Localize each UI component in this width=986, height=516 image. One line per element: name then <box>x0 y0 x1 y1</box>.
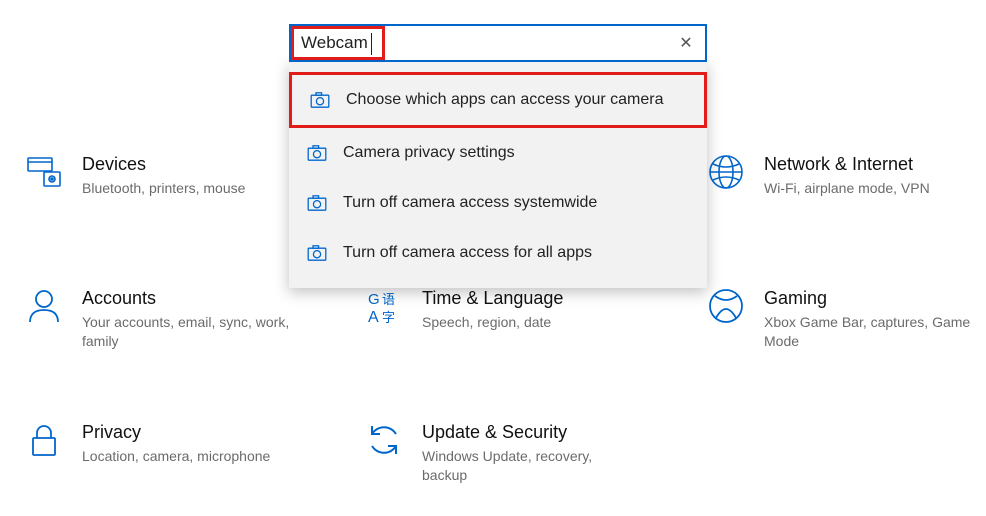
tile-devices[interactable]: Devices Bluetooth, printers, mouse <box>24 152 324 198</box>
tile-subtitle: Wi-Fi, airplane mode, VPN <box>764 179 930 198</box>
tile-privacy[interactable]: Privacy Location, camera, microphone <box>24 420 324 466</box>
svg-text:G: G <box>368 291 380 308</box>
suggestion-label: Camera privacy settings <box>343 144 515 162</box>
devices-icon <box>24 152 64 192</box>
suggestion-item[interactable]: Choose which apps can access your camera <box>289 72 707 128</box>
tile-network[interactable]: Network & Internet Wi-Fi, airplane mode,… <box>706 152 986 198</box>
camera-icon <box>307 145 343 161</box>
tile-subtitle: Windows Update, recovery, backup <box>422 447 632 485</box>
settings-search-box[interactable]: ✕ <box>289 24 707 62</box>
suggestion-label: Turn off camera access for all apps <box>343 244 592 262</box>
tile-subtitle: Bluetooth, printers, mouse <box>82 179 245 198</box>
tile-title: Privacy <box>82 422 270 443</box>
tile-title: Update & Security <box>422 422 632 443</box>
tile-subtitle: Speech, region, date <box>422 313 563 332</box>
camera-icon <box>307 195 343 211</box>
lock-icon <box>24 420 64 460</box>
tile-subtitle: Location, camera, microphone <box>82 447 270 466</box>
close-icon: ✕ <box>679 33 692 53</box>
tile-gaming[interactable]: Gaming Xbox Game Bar, captures, Game Mod… <box>706 286 986 351</box>
tile-title: Network & Internet <box>764 154 930 175</box>
sync-icon <box>364 420 404 460</box>
tile-time-language[interactable]: G 语 A 字 Time & Language Speech, region, … <box>364 286 664 332</box>
svg-text:语: 语 <box>382 292 395 307</box>
camera-icon <box>307 245 343 261</box>
clear-search-button[interactable]: ✕ <box>667 26 705 60</box>
tile-subtitle: Xbox Game Bar, captures, Game Mode <box>764 313 974 351</box>
tile-update-security[interactable]: Update & Security Windows Update, recove… <box>364 420 664 485</box>
svg-text:A: A <box>368 309 379 326</box>
search-suggestions-dropdown: Choose which apps can access your camera… <box>289 62 707 288</box>
tile-accounts[interactable]: Accounts Your accounts, email, sync, wor… <box>24 286 324 351</box>
tile-title: Accounts <box>82 288 292 309</box>
tile-subtitle: Your accounts, email, sync, work, family <box>82 313 292 351</box>
camera-icon <box>310 92 346 108</box>
tile-title: Devices <box>82 154 245 175</box>
search-input[interactable] <box>291 27 667 59</box>
text-cursor <box>371 33 372 55</box>
person-icon <box>24 286 64 326</box>
suggestion-item[interactable]: Turn off camera access for all apps <box>289 228 707 278</box>
language-icon: G 语 A 字 <box>364 286 404 326</box>
suggestion-item[interactable]: Camera privacy settings <box>289 128 707 178</box>
tile-title: Gaming <box>764 288 974 309</box>
globe-icon <box>706 152 746 192</box>
tile-title: Time & Language <box>422 288 563 309</box>
suggestion-label: Turn off camera access systemwide <box>343 194 597 212</box>
svg-text:字: 字 <box>382 310 395 325</box>
xbox-icon <box>706 286 746 326</box>
suggestion-label: Choose which apps can access your camera <box>346 91 664 109</box>
suggestion-item[interactable]: Turn off camera access systemwide <box>289 178 707 228</box>
